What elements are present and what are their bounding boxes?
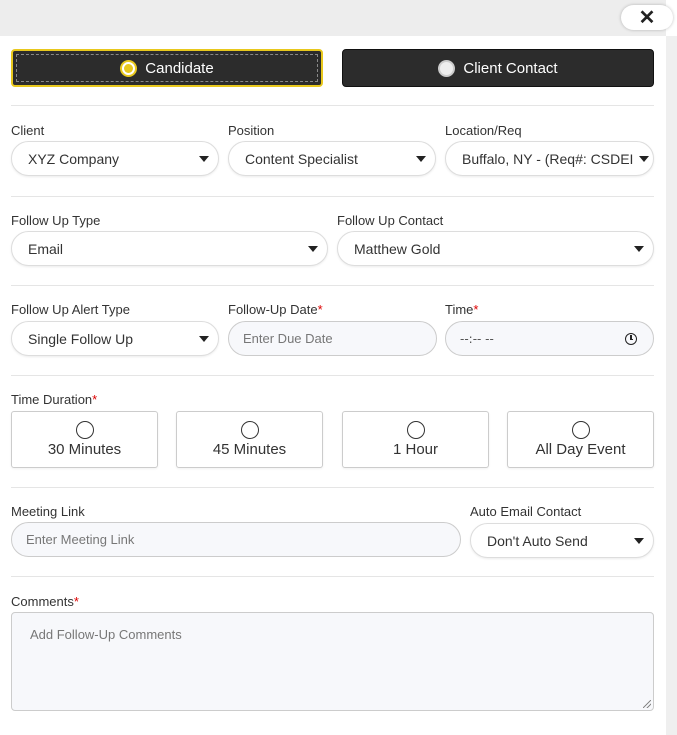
comments-placeholder: Add Follow-Up Comments [30,627,182,642]
time-label-text: Time [445,302,474,317]
modal-header: ✕ [0,0,673,36]
location-select[interactable]: Buffalo, NY - (Req#: CSDEI [445,141,654,176]
chevron-down-icon [199,156,209,162]
meeting-link-label: Meeting Link [11,504,85,519]
duration-option-label: 30 Minutes [47,441,122,458]
resize-handle-icon[interactable] [643,700,651,708]
alert-type-select[interactable]: Single Follow Up [11,321,219,356]
auto-email-value: Don't Auto Send [487,532,588,549]
focus-outline [16,54,318,82]
radio-unselected-icon [406,421,425,439]
auto-email-select[interactable]: Don't Auto Send [470,523,654,558]
alert-type-value: Single Follow Up [28,330,134,347]
divider [11,285,654,286]
chevron-down-icon [416,156,426,162]
follow-up-date-label: Follow-Up Date* [228,302,323,317]
chevron-down-icon [308,246,318,252]
follow-up-date-input[interactable]: Enter Due Date [228,321,437,356]
time-duration-label: Time Duration* [11,392,97,407]
duration-option-1-hour[interactable]: 1 Hour [342,411,489,468]
client-select[interactable]: XYZ Company [11,141,219,176]
close-button[interactable]: ✕ [621,5,673,30]
client-label: Client [11,123,45,138]
meeting-link-placeholder: Enter Meeting Link [26,532,135,547]
chevron-down-icon [199,336,209,342]
duration-option-label: 1 Hour [392,441,439,458]
duration-option-all-day[interactable]: All Day Event [507,411,654,468]
required-marker: * [317,302,323,317]
time-placeholder: --:-- -- [460,331,494,346]
chevron-down-icon [634,538,644,544]
follow-up-contact-select[interactable]: Matthew Gold [337,231,654,266]
duration-option-label: 45 Minutes [212,441,287,458]
comments-textarea[interactable]: Add Follow-Up Comments [11,612,654,711]
follow-up-date-label-text: Follow-Up Date [228,302,318,317]
auto-email-label: Auto Email Contact [470,504,582,519]
radio-unselected-icon [438,59,456,77]
comments-label-text: Comments [11,594,74,609]
divider [11,375,654,376]
chevron-down-icon [634,246,644,252]
time-duration-label-text: Time Duration [11,392,93,407]
follow-up-type-select[interactable]: Email [11,231,328,266]
required-marker: * [473,302,479,317]
duration-option-30-minutes[interactable]: 30 Minutes [11,411,158,468]
follow-up-contact-value: Matthew Gold [354,240,441,257]
divider [11,105,654,106]
divider [11,576,654,577]
client-value: XYZ Company [28,150,120,167]
required-marker: * [73,594,79,609]
chevron-down-icon [639,156,649,162]
follow-up-contact-label: Follow Up Contact [337,213,444,228]
location-value: Buffalo, NY - (Req#: CSDEI [462,150,634,167]
position-select[interactable]: Content Specialist [228,141,436,176]
scrollbar[interactable] [666,36,677,735]
clock-icon[interactable] [625,333,637,345]
position-label: Position [228,123,275,138]
close-icon: ✕ [638,7,656,29]
position-value: Content Specialist [245,150,358,167]
divider [11,196,654,197]
required-marker: * [92,392,98,407]
meeting-link-input[interactable]: Enter Meeting Link [11,522,461,557]
client-contact-toggle-button[interactable]: Client Contact [342,49,654,87]
duration-option-label: All Day Event [535,441,626,458]
alert-type-label: Follow Up Alert Type [11,302,130,317]
location-label: Location/Req [445,123,522,138]
follow-up-date-placeholder: Enter Due Date [243,331,333,346]
follow-up-type-value: Email [28,240,64,257]
divider [11,487,654,488]
follow-up-type-label: Follow Up Type [11,213,101,228]
radio-unselected-icon [571,421,590,439]
duration-option-45-minutes[interactable]: 45 Minutes [176,411,323,468]
client-contact-label: Client Contact [463,59,558,77]
comments-label: Comments* [11,594,79,609]
time-input[interactable]: --:-- -- [445,321,654,356]
radio-unselected-icon [75,421,94,439]
radio-unselected-icon [240,421,259,439]
candidate-toggle-button[interactable]: Candidate [11,49,323,87]
time-label: Time* [445,302,478,317]
